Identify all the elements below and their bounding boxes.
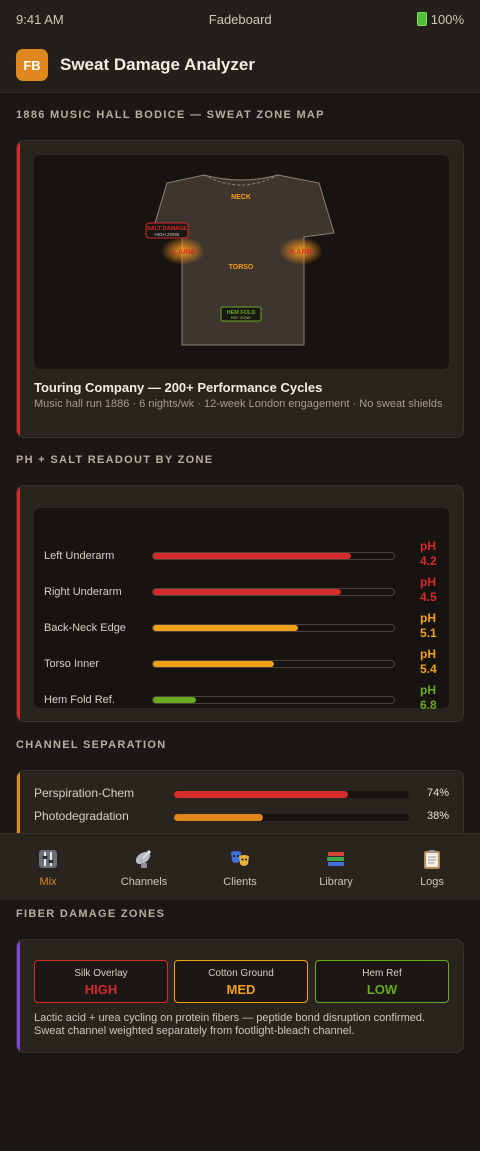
readout-row[interactable]: Torso Inner pH 5.4 bbox=[34, 647, 449, 683]
channel-bar-fill bbox=[174, 814, 264, 821]
zone-level: LOW bbox=[366, 982, 398, 997]
zone-name: Hem Ref bbox=[362, 968, 402, 979]
fiber-damage-note: Lactic acid + urea cycling on protein fi… bbox=[34, 1012, 426, 1037]
readout-zone-label: Right Underarm bbox=[44, 586, 122, 598]
map-label-left-underarm: L.ARM bbox=[172, 249, 194, 256]
readout-bar-track bbox=[152, 624, 395, 632]
ph-number: 4.2 bbox=[420, 554, 437, 568]
tab-label: Mix bbox=[39, 876, 57, 888]
map-label-right-underarm: R.ARM bbox=[290, 249, 313, 256]
zone-box-silk[interactable]: Silk Overlay HIGH bbox=[34, 960, 168, 1003]
readout-bar-track bbox=[152, 552, 395, 560]
zone-box-hem[interactable]: Hem Ref LOW bbox=[315, 960, 449, 1003]
garment-map[interactable]: NECK L.ARM R.ARM SALT DAMAGE HIGH ZONE T… bbox=[34, 155, 449, 369]
tab-clients[interactable]: Clients bbox=[192, 834, 288, 900]
readout-zone-label: Torso Inner bbox=[44, 658, 100, 670]
readout-zone-label: Left Underarm bbox=[44, 550, 115, 562]
readout-ph-value: pH 6.8 bbox=[420, 683, 437, 713]
readout-row[interactable]: Back-Neck Edge pH 5.1 bbox=[34, 611, 449, 647]
channel-row[interactable]: Perspiration-Chem 74% bbox=[34, 784, 449, 804]
section-heading-readout: PH + SALT READOUT BY ZONE bbox=[16, 454, 214, 466]
battery-indicator: 100% bbox=[416, 11, 464, 27]
map-label-neck: NECK bbox=[231, 194, 251, 201]
map-caption-title: Touring Company — 200+ Performance Cycle… bbox=[34, 380, 323, 395]
readout-row[interactable]: Left Underarm pH 4.2 bbox=[34, 539, 449, 575]
readout-ph-value: pH 4.2 bbox=[420, 539, 437, 569]
readout-row[interactable]: Hem Fold Ref. pH 6.8 bbox=[34, 683, 449, 719]
app-title: Sweat Damage Analyzer bbox=[60, 55, 255, 74]
ph-readout-panel: Left Underarm pH 4.2 Right Underarm pH 4… bbox=[34, 508, 449, 712]
bodice-diagram: NECK L.ARM R.ARM SALT DAMAGE HIGH ZONE T… bbox=[145, 174, 335, 346]
readout-bar-fill bbox=[153, 661, 274, 667]
readout-bar-track bbox=[152, 696, 395, 704]
tab-label: Clients bbox=[223, 876, 257, 888]
zone-level: MED bbox=[226, 982, 256, 997]
readout-ph-value: pH 5.1 bbox=[420, 611, 437, 641]
tab-channels[interactable]: Channels bbox=[96, 834, 192, 900]
channel-percent: 74% bbox=[426, 787, 449, 799]
ph-prefix: pH bbox=[420, 683, 436, 697]
readout-bar-fill bbox=[153, 697, 197, 703]
status-carrier: Fadeboard bbox=[208, 11, 272, 27]
ph-prefix: pH bbox=[420, 539, 436, 553]
channel-bar-track bbox=[174, 814, 409, 821]
readout-bar-fill bbox=[153, 625, 298, 631]
bottom-tab-bar: Mix Channels Clients Library Logs bbox=[0, 833, 480, 900]
status-bar: 9:41 AM Fadeboard 100% bbox=[0, 0, 480, 38]
section-heading-channel: CHANNEL SEPARATION bbox=[16, 739, 167, 751]
mixer-icon bbox=[39, 850, 57, 868]
satellite-icon bbox=[135, 850, 151, 868]
fiber-damage-card: Silk Overlay HIGH Cotton Ground MED Hem … bbox=[16, 939, 464, 1053]
readout-bar-fill bbox=[153, 589, 341, 595]
ph-prefix: pH bbox=[420, 647, 436, 661]
ph-readout-card: Left Underarm pH 4.2 Right Underarm pH 4… bbox=[16, 485, 464, 722]
readout-zone-label: Back-Neck Edge bbox=[44, 622, 126, 634]
readout-zone-label: Hem Fold Ref. bbox=[44, 694, 115, 706]
readout-bar-track bbox=[152, 660, 395, 668]
tab-library[interactable]: Library bbox=[288, 834, 384, 900]
tab-logs[interactable]: Logs bbox=[384, 834, 480, 900]
books-icon bbox=[327, 852, 344, 866]
status-time: 9:41 AM bbox=[16, 11, 64, 27]
map-label-torso: TORSO bbox=[229, 264, 254, 271]
battery-percent: 100% bbox=[430, 11, 464, 27]
ph-number: 5.4 bbox=[420, 662, 437, 676]
zone-name: Silk Overlay bbox=[74, 968, 128, 979]
channel-bar-fill bbox=[174, 791, 348, 798]
ph-prefix: pH bbox=[420, 575, 436, 589]
section-heading-fiber: FIBER DAMAGE ZONES bbox=[16, 908, 166, 920]
readout-bar-fill bbox=[153, 553, 351, 559]
clipboard-icon bbox=[424, 850, 440, 869]
channel-label: Perspiration-Chem bbox=[34, 786, 135, 800]
channel-percent: 38% bbox=[426, 810, 449, 822]
map-caption-subtitle: Music hall run 1886 · 6 nights/wk · 12-w… bbox=[34, 398, 443, 410]
sweat-zone-map-card: NECK L.ARM R.ARM SALT DAMAGE HIGH ZONE T… bbox=[16, 140, 464, 438]
map-label-ref-zone: REF ZONE bbox=[231, 315, 252, 320]
zone-box-cotton[interactable]: Cotton Ground MED bbox=[174, 960, 308, 1003]
channel-label: Photodegradation bbox=[34, 809, 129, 823]
channel-bar-track bbox=[174, 791, 409, 798]
channel-row[interactable]: Photodegradation 38% bbox=[34, 807, 449, 827]
app-header: FB Sweat Damage Analyzer bbox=[0, 38, 480, 93]
tab-mix[interactable]: Mix bbox=[0, 834, 96, 900]
ph-number: 4.5 bbox=[420, 590, 437, 604]
zone-name: Cotton Ground bbox=[208, 968, 274, 979]
ph-number: 5.1 bbox=[420, 626, 437, 640]
app-logo[interactable]: FB bbox=[16, 49, 48, 81]
tab-label: Logs bbox=[420, 876, 444, 888]
readout-ph-value: pH 5.4 bbox=[420, 647, 437, 677]
zone-level: HIGH bbox=[84, 982, 118, 997]
readout-bar-track bbox=[152, 588, 395, 596]
ph-number: 6.8 bbox=[420, 698, 437, 712]
readout-ph-value: pH 4.5 bbox=[420, 575, 437, 605]
readout-row[interactable]: Right Underarm pH 4.5 bbox=[34, 575, 449, 611]
ph-prefix: pH bbox=[420, 611, 436, 625]
section-heading-map: 1886 MUSIC HALL BODICE — SWEAT ZONE MAP bbox=[16, 109, 325, 121]
tab-label: Channels bbox=[120, 876, 168, 888]
tab-label: Library bbox=[319, 876, 353, 888]
masks-icon bbox=[231, 851, 249, 866]
battery-icon bbox=[416, 12, 427, 26]
map-label-high-zone: HIGH ZONE bbox=[154, 232, 179, 237]
